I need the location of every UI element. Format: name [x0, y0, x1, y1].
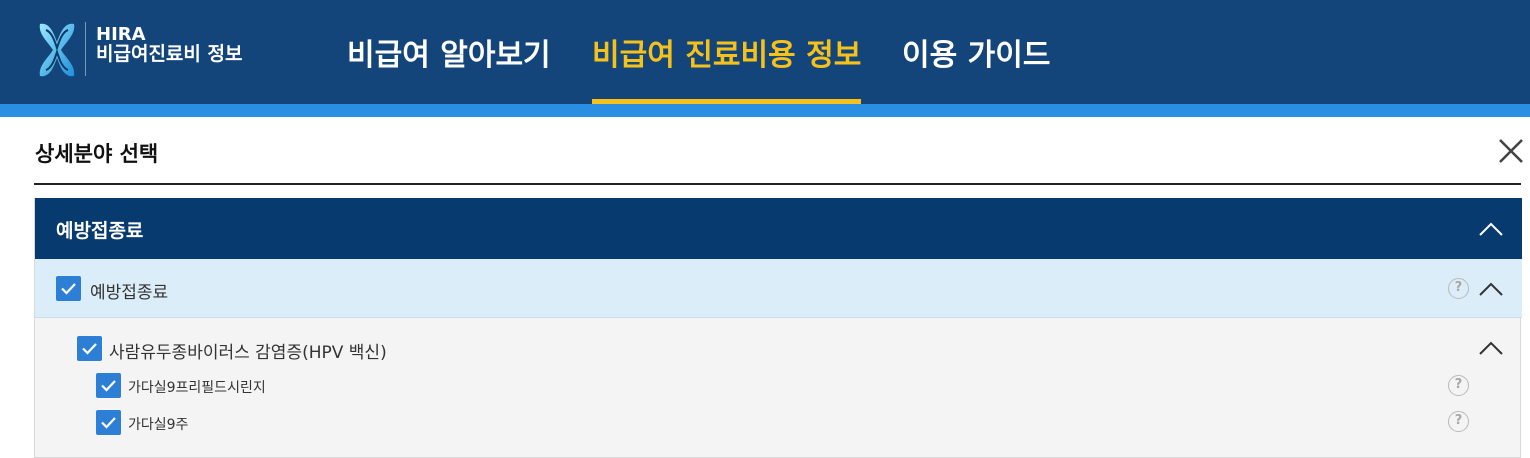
group-row[interactable]: 예방접종료 ?	[35, 259, 1522, 318]
help-icon[interactable]: ?	[1448, 411, 1469, 432]
nav-item-cost-info[interactable]: 비급여 진료비용 정보	[592, 30, 862, 104]
subgroup-checkbox[interactable]	[77, 336, 102, 361]
check-icon	[61, 283, 76, 295]
hira-logo-icon[interactable]	[36, 20, 78, 80]
chevron-up-icon[interactable]	[1478, 340, 1504, 356]
header-stripe	[0, 104, 1530, 117]
category-header[interactable]: 예방접종료	[35, 198, 1522, 259]
nav-item-about-noncovered[interactable]: 비급여 알아보기	[347, 30, 551, 104]
logo-line2: 비급여진료비 정보	[96, 42, 243, 65]
help-icon[interactable]: ?	[1448, 278, 1469, 299]
check-icon	[101, 380, 116, 392]
section-title: 상세분야 선택	[35, 142, 159, 166]
check-icon	[101, 417, 116, 429]
item-checkbox[interactable]	[96, 410, 121, 435]
group-label: 예방접종료	[90, 283, 169, 303]
close-icon[interactable]	[1496, 136, 1526, 166]
section-divider	[34, 183, 1521, 185]
item-checkbox[interactable]	[96, 373, 121, 398]
help-icon[interactable]: ?	[1448, 375, 1469, 396]
item-label: 가다실9프리필드시린지	[128, 380, 266, 396]
site-header: HIRA 비급여진료비 정보 비급여 알아보기 비급여 진료비용 정보 이용 가…	[0, 0, 1530, 104]
chevron-up-icon[interactable]	[1478, 221, 1504, 237]
check-icon	[82, 343, 97, 355]
nav-item-guide[interactable]: 이용 가이드	[902, 30, 1050, 104]
group-checkbox[interactable]	[56, 276, 81, 301]
chevron-up-icon[interactable]	[1478, 281, 1504, 297]
category-panel: 예방접종료 예방접종료 ? 사람유두종바이러스 감염증(HPV 백신) 가다실9…	[34, 198, 1522, 458]
logo-text[interactable]: HIRA 비급여진료비 정보	[96, 25, 243, 65]
logo-divider	[85, 22, 86, 76]
item-label: 가다실9주	[128, 417, 189, 433]
category-title: 예방접종료	[56, 220, 144, 242]
subgroup-label: 사람유두종바이러스 감염증(HPV 백신)	[109, 343, 387, 363]
